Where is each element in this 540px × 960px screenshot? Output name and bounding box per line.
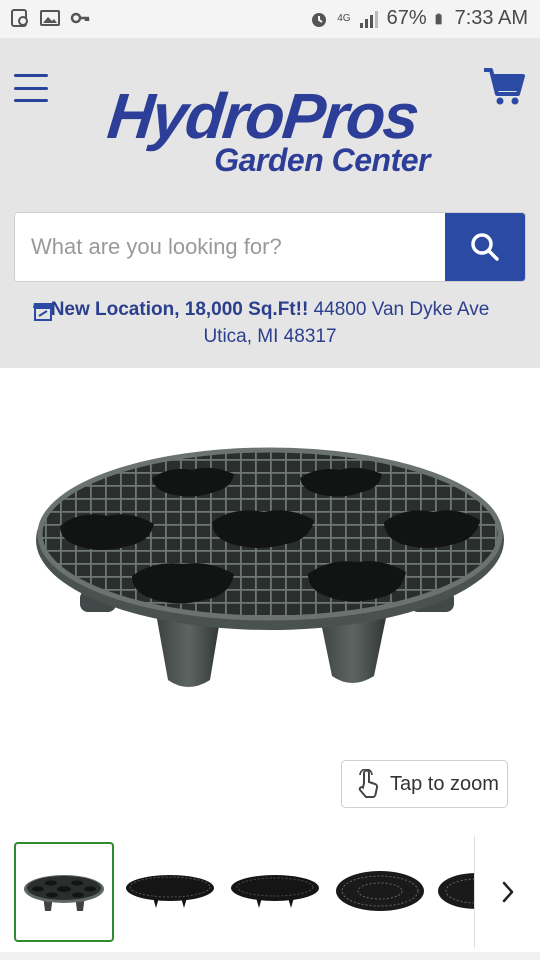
product-image xyxy=(36,447,504,687)
thumbnail-1[interactable] xyxy=(14,842,114,942)
search-bar xyxy=(14,212,526,282)
search-button[interactable] xyxy=(445,213,525,281)
site-header: HydroPros Garden Center New Location, 18… xyxy=(0,38,540,368)
chevron-right-icon xyxy=(502,881,513,903)
thumbnail-3-image xyxy=(231,875,319,908)
status-bar-system: 4G 67% 7:33 AM xyxy=(309,7,528,30)
signal-icon xyxy=(359,10,378,28)
search-input[interactable] xyxy=(15,213,447,281)
battery-icon xyxy=(435,13,442,24)
thumbnail-2[interactable] xyxy=(120,842,220,942)
store-address-line1: 44800 Van Dyke Ave xyxy=(313,299,490,320)
image-icon xyxy=(40,10,60,26)
store-highlight: New Location, 18,000 Sq.Ft!! xyxy=(50,299,309,320)
touch-icon xyxy=(358,769,379,798)
hamburger-menu-icon[interactable] xyxy=(14,74,48,102)
site-logo[interactable]: HydroPros Garden Center xyxy=(104,80,438,184)
tap-to-zoom-label: Tap to zoom xyxy=(390,772,499,795)
status-bar: 4G 67% 7:33 AM xyxy=(0,0,540,38)
notification-icon xyxy=(11,9,28,27)
key-icon xyxy=(70,12,90,24)
store-address-line2: Utica, MI 48317 xyxy=(203,326,337,347)
battery-percent: 67% xyxy=(386,7,427,29)
thumbnail-2-image xyxy=(126,875,214,908)
thumbnail-4-image xyxy=(336,871,424,911)
thumbnail-4[interactable] xyxy=(330,842,430,942)
thumbnail-1-image xyxy=(24,875,104,911)
product-image-area[interactable] xyxy=(0,368,540,828)
tap-to-zoom-button[interactable]: Tap to zoom xyxy=(341,760,508,808)
bottom-divider xyxy=(0,952,540,960)
thumbnail-next-button[interactable] xyxy=(474,836,540,948)
status-bar-notifications xyxy=(10,8,90,28)
logo-main-text: HydroPros xyxy=(104,80,421,152)
alarm-icon xyxy=(312,12,327,27)
clock: 7:33 AM xyxy=(454,7,528,29)
thumbnail-5[interactable] xyxy=(436,842,476,942)
store-location-notice[interactable]: New Location, 18,000 Sq.Ft!! 44800 Van D… xyxy=(20,296,520,350)
logo-sub-text: Garden Center xyxy=(214,142,430,178)
search-icon xyxy=(471,233,499,261)
network-type: 4G xyxy=(337,13,351,24)
thumbnail-5-image xyxy=(438,873,476,909)
store-icon xyxy=(33,303,53,321)
cart-icon[interactable] xyxy=(482,64,526,108)
thumbnail-strip xyxy=(0,836,540,952)
thumbnail-3[interactable] xyxy=(225,842,325,942)
